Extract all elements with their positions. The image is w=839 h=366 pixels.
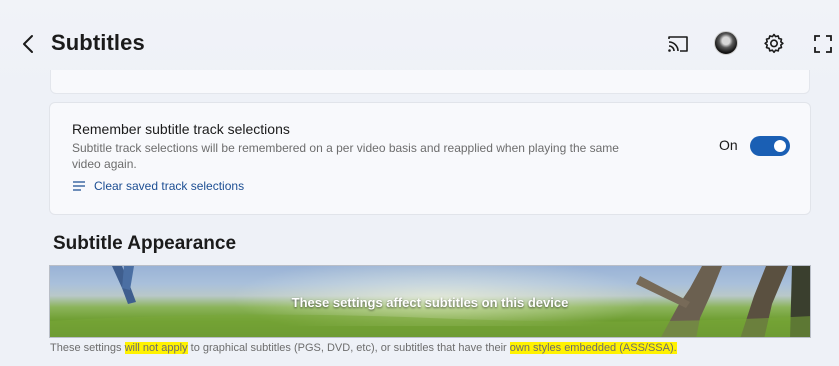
toggle-state-label: On — [719, 137, 738, 153]
setting-title: Remember subtitle track selections — [72, 121, 290, 137]
note-highlight-2: own styles embedded (ASS/SSA). — [509, 342, 677, 354]
avatar[interactable] — [714, 31, 738, 55]
fullscreen-icon[interactable] — [811, 32, 835, 56]
back-arrow-icon[interactable] — [18, 33, 40, 55]
subtitle-appearance-heading: Subtitle Appearance — [53, 233, 237, 254]
gear-icon[interactable] — [762, 32, 786, 56]
page-title: Subtitles — [51, 30, 145, 55]
setting-description: Subtitle track selections will be rememb… — [72, 141, 619, 171]
list-icon — [73, 181, 85, 191]
clear-link-label: Clear saved track selections — [94, 179, 245, 193]
note-part-2: to graphical subtitles (PGS, DVD, etc), … — [187, 342, 510, 354]
note-part-1: These settings — [50, 342, 125, 354]
cast-icon[interactable] — [666, 32, 690, 56]
subtitle-preview-banner: These settings affect subtitles on this … — [49, 265, 811, 338]
appearance-note: These settings will not apply to graphic… — [50, 342, 677, 354]
note-highlight-1: will not apply — [124, 342, 188, 354]
remember-track-selection-card: Remember subtitle track selections Subti… — [49, 102, 811, 215]
clear-saved-selections-link[interactable]: Clear saved track selections — [72, 179, 244, 193]
remember-selections-toggle[interactable] — [750, 136, 790, 156]
banner-text: These settings affect subtitles on this … — [291, 295, 569, 310]
previous-setting-card — [50, 70, 810, 94]
toggle-knob — [774, 140, 786, 152]
